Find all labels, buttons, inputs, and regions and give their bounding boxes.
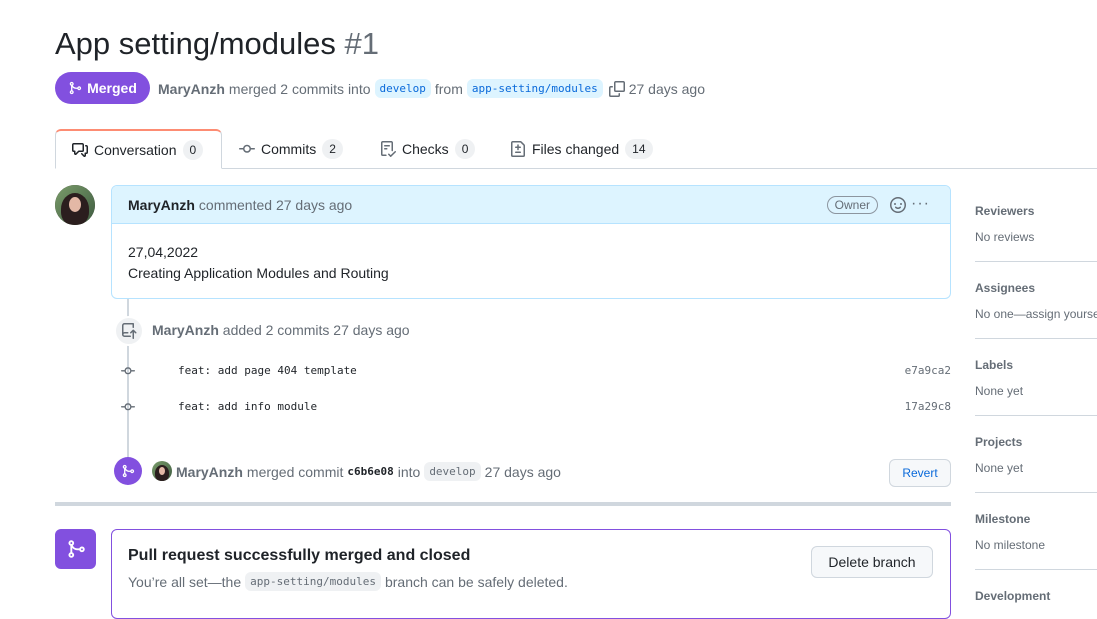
comment-line: Creating Application Modules and Routing: [128, 265, 389, 281]
event-time: 27 days ago: [484, 463, 561, 480]
sidebar-heading: Assignees: [975, 281, 1036, 295]
sidebar-projects[interactable]: Projects None yet: [975, 435, 1097, 475]
commit-message[interactable]: feat: add page 404 template: [178, 364, 357, 377]
commits-event: MaryAnzh added 2 commits 27 days ago: [152, 322, 410, 338]
sidebar-heading: Milestone: [975, 512, 1031, 526]
desc-before: You’re all set—the: [128, 573, 242, 590]
owner-label: Owner: [826, 196, 878, 214]
from-text: from: [434, 80, 463, 97]
author-avatar[interactable]: [55, 185, 95, 225]
event-author[interactable]: MaryAnzh: [176, 464, 243, 480]
timeline-divider: [55, 502, 951, 506]
pr-title: App setting/modules #1: [55, 26, 379, 62]
sidebar-value: No one—assign yourself: [975, 307, 1097, 321]
sidebar-value: No milestone: [975, 538, 1046, 552]
comment-action: commented 27 days ago: [198, 196, 353, 213]
tab-label: Commits: [261, 141, 317, 157]
comment-author[interactable]: MaryAnzh: [128, 197, 195, 213]
tab-conversation[interactable]: Conversation 0: [55, 129, 222, 169]
sidebar-heading: Labels: [975, 358, 1014, 372]
merge-status-desc: You’re all set—the app-setting/modules b…: [128, 572, 568, 591]
copy-icon[interactable]: [608, 80, 625, 97]
sidebar-milestone[interactable]: Milestone No milestone: [975, 512, 1097, 552]
event-text-into: into: [397, 463, 421, 480]
git-commit-icon: [239, 144, 255, 153]
event-text: added 2 commits 27 days ago: [222, 322, 410, 338]
commit-sha[interactable]: e7a9ca2: [905, 364, 951, 377]
git-merge-icon: [55, 529, 96, 569]
event-text-before: merged commit: [246, 463, 344, 480]
tab-counter: 2: [322, 139, 343, 159]
pr-number: #1: [344, 26, 380, 61]
checklist-icon: [381, 141, 396, 157]
comment-body: 27,04,2022 Creating Application Modules …: [112, 224, 950, 298]
comment-header: MaryAnzh commented 27 days ago Owner ···: [112, 186, 950, 224]
desc-after: branch can be safely deleted.: [384, 573, 568, 590]
tab-counter: 0: [454, 139, 476, 159]
git-commit-icon: [121, 367, 135, 375]
comment-discussion-icon: [72, 142, 88, 157]
tab-counter: 0: [182, 139, 204, 160]
merge-commit-sha[interactable]: c6b6e08: [347, 465, 393, 478]
sidebar-development[interactable]: Development: [975, 589, 1097, 603]
state-label: Merged: [87, 80, 137, 96]
commit-sha[interactable]: 17a29c8: [905, 400, 951, 413]
tab-label: Files changed: [532, 141, 620, 157]
sidebar-assignees[interactable]: Assignees No one—assign yourself: [975, 281, 1097, 321]
merged-state-badge: Merged: [55, 72, 150, 104]
repo-push-icon: [114, 316, 144, 346]
comment-box: MaryAnzh commented 27 days ago Owner ···…: [111, 185, 951, 299]
sidebar-reviewers[interactable]: Reviewers No reviews: [975, 204, 1097, 244]
smiley-icon[interactable]: [890, 197, 906, 216]
sidebar-heading: Reviewers: [975, 204, 1035, 218]
git-commit-icon: [121, 403, 135, 411]
file-diff-icon: [511, 141, 525, 157]
sidebar-heading: Development: [975, 589, 1051, 603]
revert-button[interactable]: Revert: [889, 459, 951, 487]
comment-line: 27,04,2022: [128, 244, 199, 260]
merge-time: 27 days ago: [628, 80, 706, 97]
deletable-branch[interactable]: app-setting/modules: [245, 572, 381, 591]
sidebar-divider: [975, 261, 1097, 262]
base-branch[interactable]: develop: [374, 79, 431, 98]
merge-status-title: Pull request successfully merged and clo…: [128, 547, 471, 564]
pr-meta: MaryAnzh merged 2 commits into develop f…: [158, 79, 705, 98]
sidebar-labels[interactable]: Labels None yet: [975, 358, 1097, 398]
sidebar-heading: Projects: [975, 435, 1023, 449]
head-branch[interactable]: app-setting/modules: [466, 79, 603, 98]
tab-checks[interactable]: Checks 0: [380, 129, 476, 169]
tab-counter: 14: [625, 139, 653, 159]
tab-label: Checks: [402, 141, 449, 157]
kebab-horizontal-icon[interactable]: ···: [911, 195, 930, 213]
tab-commits[interactable]: Commits 2: [239, 129, 343, 169]
tab-files-changed[interactable]: Files changed 14: [510, 129, 653, 169]
sidebar-divider: [975, 492, 1097, 493]
sidebar-value: None yet: [975, 384, 1024, 398]
sidebar-divider: [975, 415, 1097, 416]
merge-event: MaryAnzh merged commit c6b6e08 into deve…: [176, 462, 561, 481]
delete-branch-button[interactable]: Delete branch: [811, 546, 933, 578]
merged-text: merged 2 commits into: [228, 80, 371, 97]
sidebar-divider: [975, 569, 1097, 570]
sidebar-value: None yet: [975, 461, 1024, 475]
merge-target-branch[interactable]: develop: [424, 462, 481, 481]
event-author[interactable]: MaryAnzh: [152, 322, 219, 338]
git-merge-icon: [69, 81, 82, 95]
author-link[interactable]: MaryAnzh: [158, 81, 225, 97]
git-merge-icon: [114, 457, 142, 485]
commit-message[interactable]: feat: add info module: [178, 400, 317, 413]
tab-label: Conversation: [94, 141, 177, 158]
sidebar-value: No reviews: [975, 230, 1035, 244]
author-avatar-small[interactable]: [152, 461, 172, 481]
pr-title-text: App setting/modules: [55, 26, 336, 61]
sidebar-divider: [975, 338, 1097, 339]
